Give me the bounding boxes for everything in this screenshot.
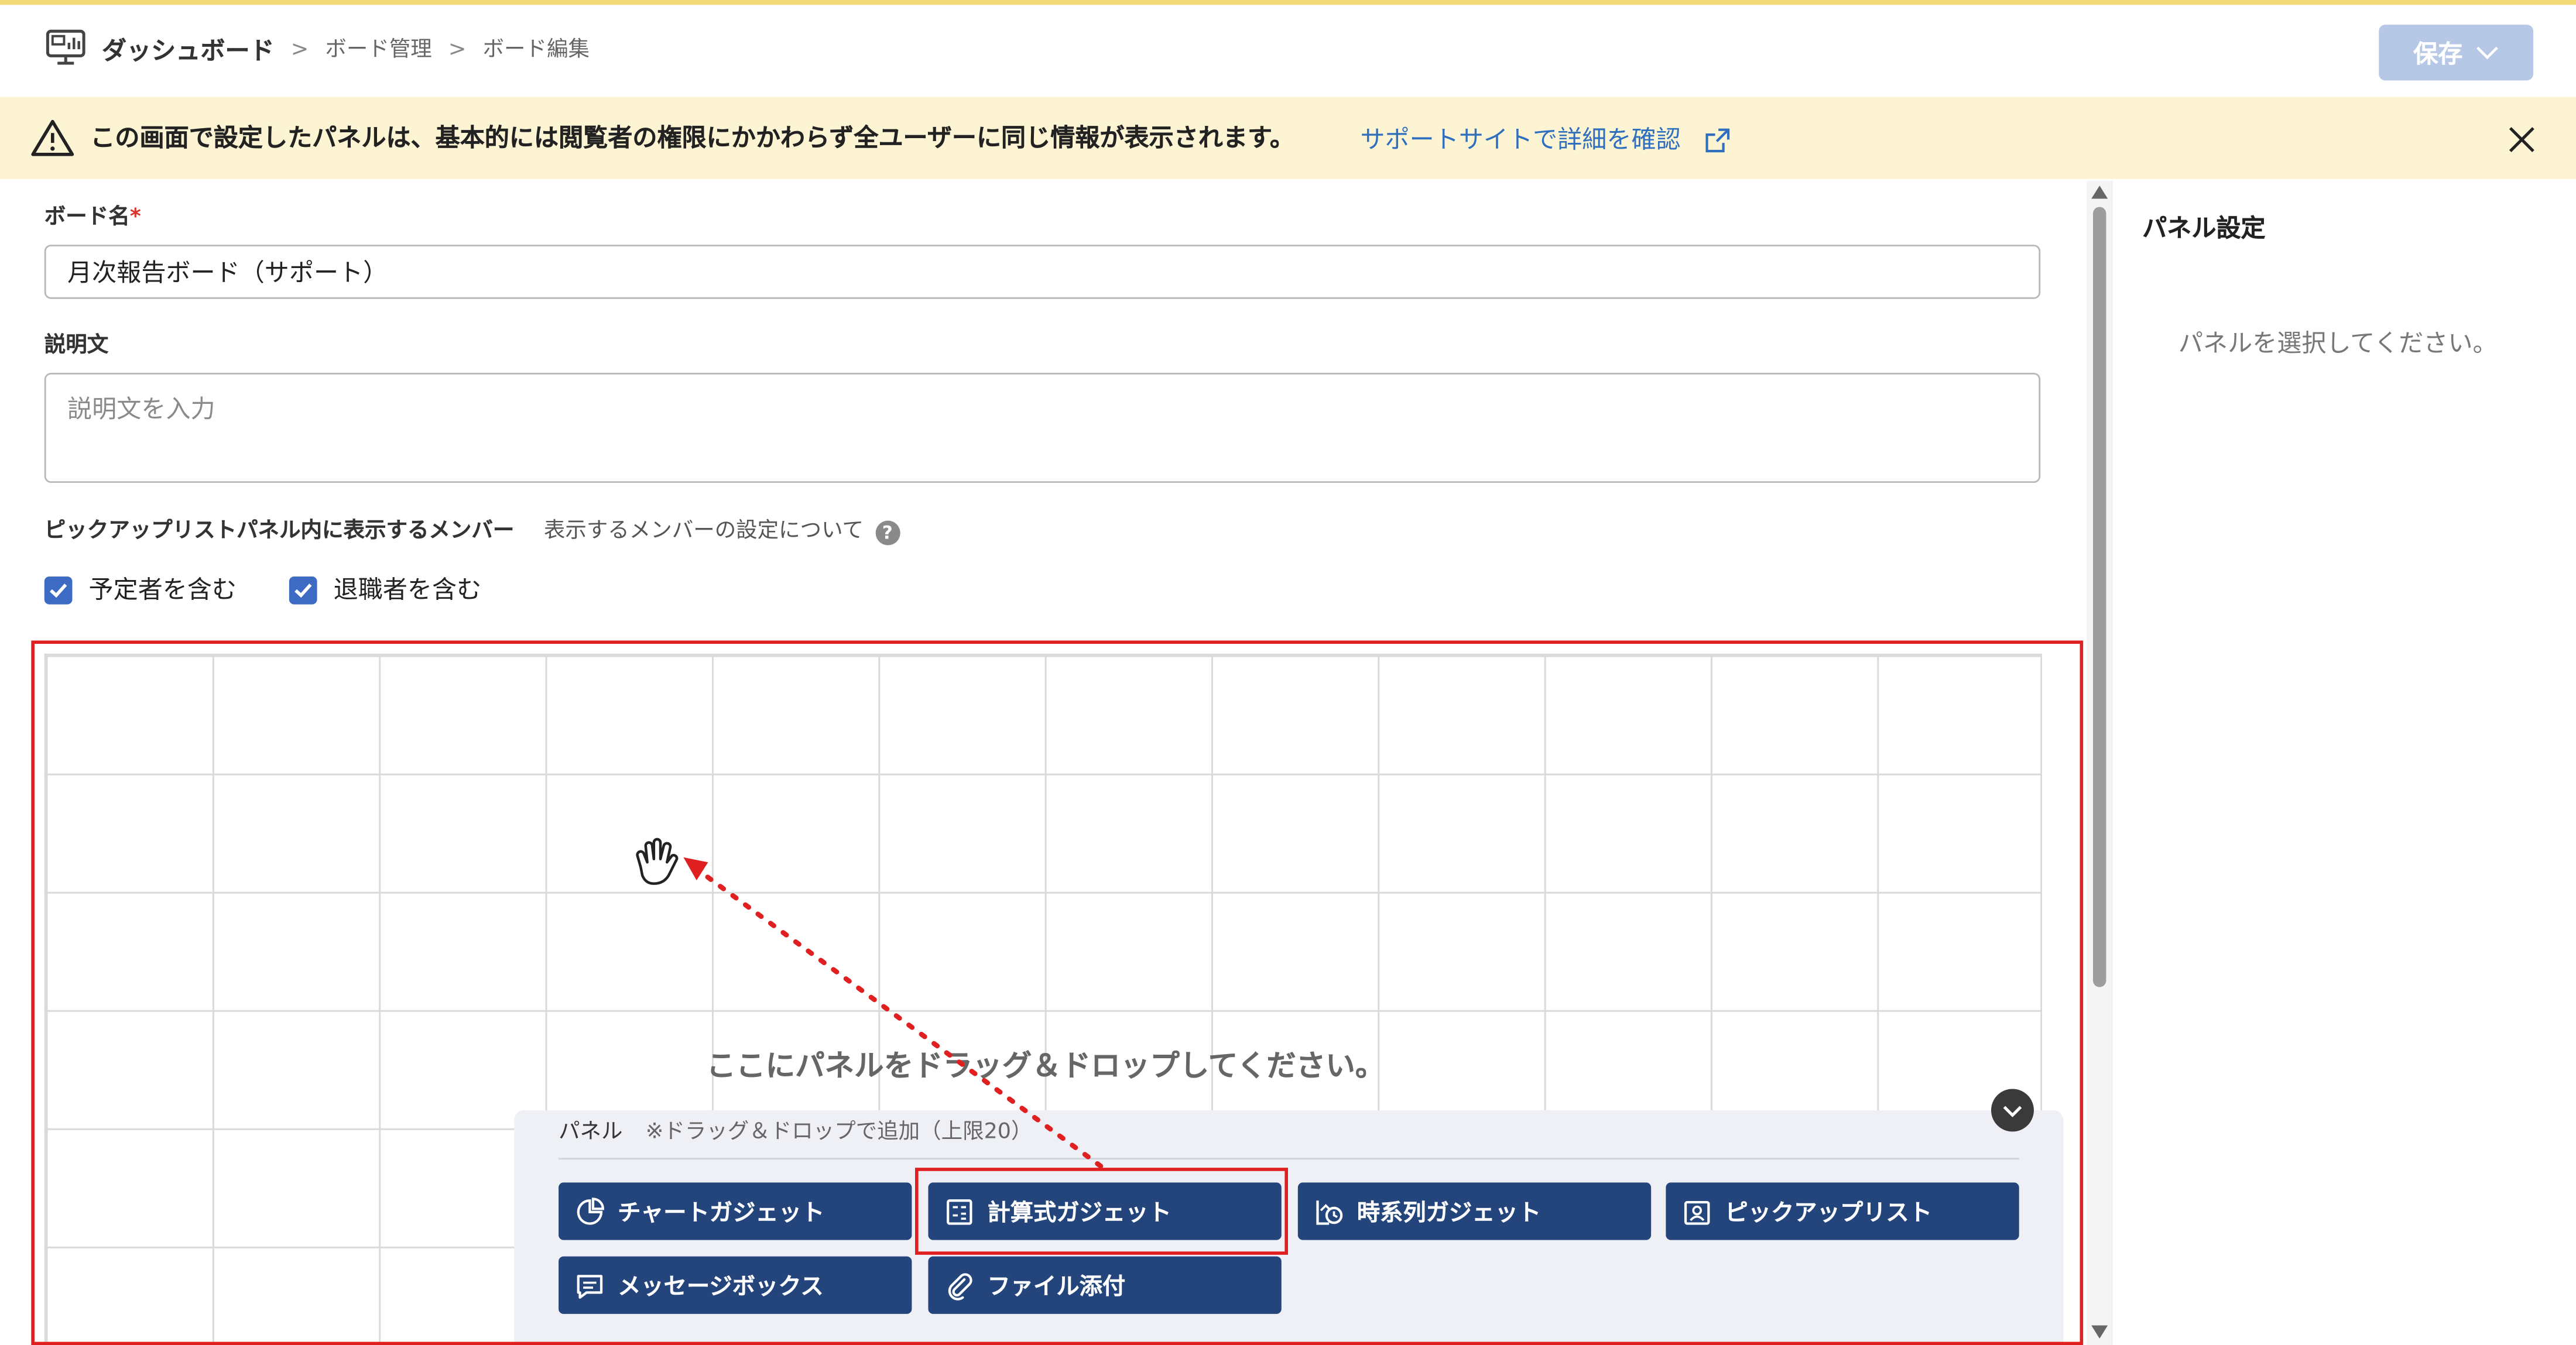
grab-hand-icon (636, 838, 679, 885)
dashboard-monitor-icon (46, 29, 85, 65)
external-link-icon[interactable] (1705, 128, 1730, 153)
required-mark: * (129, 205, 141, 230)
help-icon[interactable]: ? (875, 520, 900, 545)
checkbox-checked-icon[interactable] (44, 575, 73, 604)
top-accent-line (0, 0, 2576, 5)
scroll-down-icon[interactable] (2089, 1324, 2109, 1340)
description-textarea[interactable]: 説明文を入力 (44, 372, 2041, 483)
breadcrumb-board-edit: ボード編集 (482, 37, 590, 63)
breadcrumb-separator: > (290, 37, 309, 63)
checkbox-checked-icon[interactable] (289, 575, 317, 604)
breadcrumb: ダッシュボード > ボード管理 > ボード編集 (102, 33, 590, 69)
breadcrumb-board-management[interactable]: ボード管理 (325, 33, 431, 69)
members-help-link[interactable]: 表示するメンバーの設定について (544, 517, 864, 547)
checkbox-retired[interactable]: 退職者を含む (289, 573, 481, 606)
members-setting-row: ピックアップリストパネル内に表示するメンバー 表示するメンバーの設定について ? (44, 517, 900, 547)
scrollbar-thumb[interactable] (2092, 207, 2106, 987)
warning-icon (31, 119, 74, 156)
board-name-label-text: ボード名 (44, 205, 130, 230)
scroll-up-icon[interactable] (2089, 184, 2109, 200)
board-name-input[interactable]: 月次報告ボード（サポート） (44, 245, 2041, 299)
notice-message: この画面で設定したパネルは、基本的には閲覧者の権限にかかわらず全ユーザーに同じ情… (90, 123, 1294, 153)
checkbox-label: 予定者を含む (88, 575, 237, 605)
chevron-down-icon (2476, 46, 2498, 59)
save-button-label: 保存 (2413, 38, 2463, 68)
description-label: 説明文 (44, 333, 109, 358)
members-label: ピックアップリストパネル内に表示するメンバー (44, 519, 515, 544)
checkbox-label: 退職者を含む (333, 575, 482, 605)
support-site-link[interactable]: サポートサイトで詳細を確認 (1360, 122, 1680, 158)
page: ダッシュボード > ボード管理 > ボード編集 保存 この画面で設定したパネルは… (0, 0, 2576, 1345)
panel-settings-title: パネル設定 (2142, 213, 2266, 243)
close-icon[interactable] (2505, 123, 2538, 156)
drag-arrow-icon (683, 857, 1104, 1169)
panel-settings-empty-message: パネルを選択してください。 (2178, 328, 2498, 358)
breadcrumb-root[interactable]: ダッシュボード (102, 33, 275, 69)
checkbox-scheduled[interactable]: 予定者を含む (44, 573, 237, 606)
breadcrumb-separator: > (448, 37, 467, 63)
board-name-label: ボード名* (44, 204, 141, 234)
save-button[interactable]: 保存 (2379, 25, 2534, 81)
